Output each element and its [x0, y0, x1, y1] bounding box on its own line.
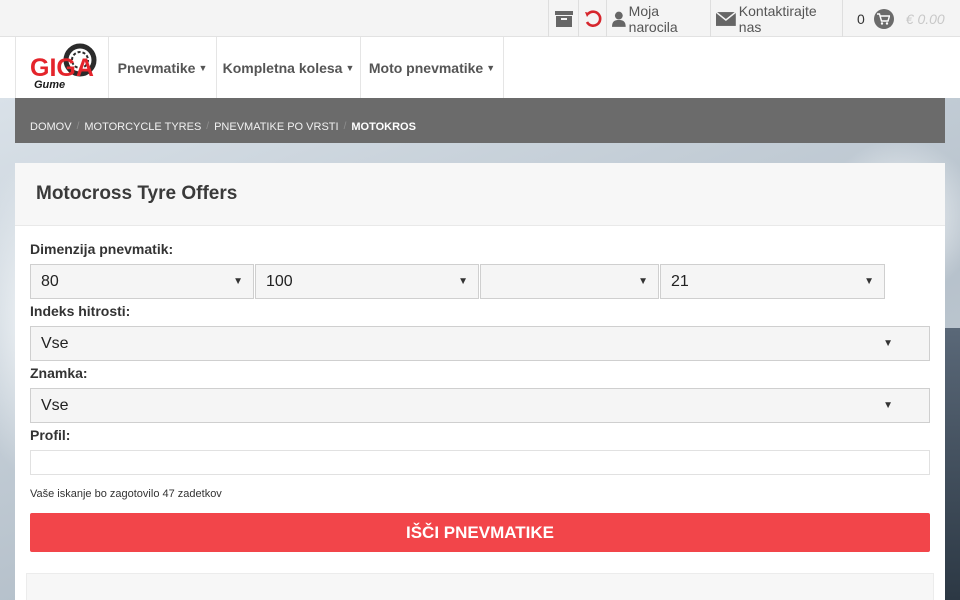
rim-select-value: 21: [671, 272, 689, 290]
dimension-label: Dimenzija pnevmatik:: [30, 241, 174, 257]
cart-button[interactable]: 0 € 0.00: [842, 0, 960, 37]
profile-select[interactable]: 100 ▼: [255, 264, 479, 299]
page-title: Motocross Tyre Offers: [36, 183, 238, 204]
caret-down-icon: ▼: [198, 62, 208, 73]
cart-icon: [873, 8, 894, 29]
breadcrumb-separator: /: [343, 121, 347, 132]
top-utility-bar: Moja narocila Kontaktirajte nas 0 € 0.00: [0, 0, 960, 37]
dropdown-arrow-icon: ▼: [638, 276, 648, 287]
archive-button[interactable]: [548, 0, 578, 37]
giga-gume-logo: GIGA Gume: [30, 43, 97, 91]
brand-value: Vse: [41, 396, 69, 414]
dropdown-arrow-icon: ▼: [883, 338, 893, 349]
my-orders-link[interactable]: Moja narocila: [606, 0, 710, 37]
logo-main-text: GIGA: [30, 54, 94, 82]
speed-index-select[interactable]: Vse ▼: [30, 326, 930, 361]
nav-item-label: Kompletna kolesa: [222, 59, 343, 76]
tyre-search-card: Motocross Tyre Offers Dimenzija pnevmati…: [15, 163, 945, 600]
main-header: GIGA Gume Pnevmatike ▼ Kompletna kolesa …: [0, 37, 960, 98]
dropdown-arrow-icon: ▼: [233, 276, 243, 287]
history-button[interactable]: [578, 0, 606, 37]
nav-item-complete-wheels[interactable]: Kompletna kolesa ▼: [217, 37, 361, 98]
dropdown-arrow-icon: ▼: [883, 400, 893, 411]
brand-label: Znamka:: [30, 365, 88, 381]
breadcrumb-link[interactable]: DOMOV: [30, 121, 72, 133]
width-select-value: 80: [41, 272, 59, 290]
search-tyres-button[interactable]: IŠČI PNEVMATIKE: [30, 513, 930, 552]
nav-item-moto-tyres[interactable]: Moto pnevmatike ▼: [361, 37, 504, 98]
envelope-icon: [716, 11, 736, 26]
width-select[interactable]: 80 ▼: [30, 264, 254, 299]
results-panel: [26, 573, 934, 600]
caret-down-icon: ▼: [345, 62, 355, 73]
rim-select[interactable]: 21 ▼: [660, 264, 885, 299]
card-header: Motocross Tyre Offers: [15, 163, 945, 226]
contact-link[interactable]: Kontaktirajte nas: [710, 0, 842, 37]
breadcrumb: DOMOV / MOTORCYCLE TYRES / PNEVMATIKE PO…: [15, 98, 945, 143]
breadcrumb-link[interactable]: PNEVMATIKE PO VRSTI: [214, 121, 339, 133]
brand-select[interactable]: Vse ▼: [30, 388, 930, 423]
my-orders-label: Moja narocila: [628, 2, 678, 35]
dropdown-arrow-icon: ▼: [458, 276, 468, 287]
nav-item-tyres[interactable]: Pnevmatike ▼: [109, 37, 217, 98]
speed-index-value: Vse: [41, 334, 69, 352]
user-icon: [612, 11, 626, 27]
breadcrumb-current: MOTOKROS: [351, 120, 416, 133]
archive-icon: [554, 10, 573, 27]
logo-sub-text: Gume: [34, 79, 65, 91]
breadcrumb-separator: /: [76, 121, 80, 132]
nav-item-label: Pnevmatike: [117, 59, 196, 76]
construction-select[interactable]: ▼: [480, 264, 659, 299]
breadcrumb-link[interactable]: MOTORCYCLE TYRES: [84, 121, 201, 133]
dropdown-arrow-icon: ▼: [864, 276, 874, 287]
profil-input[interactable]: [30, 450, 930, 475]
result-count-note: Vaše iskanje bo zagotovilo 47 zadetkov: [30, 488, 222, 500]
speed-index-label: Indeks hitrosti:: [30, 303, 131, 319]
caret-down-icon: ▼: [486, 62, 496, 73]
cart-count: 0: [857, 10, 865, 27]
profile-select-value: 100: [266, 272, 293, 290]
contact-label: Kontaktirajte nas: [738, 2, 817, 35]
cart-total: € 0.00: [905, 10, 945, 27]
breadcrumb-separator: /: [206, 121, 210, 132]
logo-link[interactable]: GIGA Gume: [15, 37, 109, 98]
nav-item-label: Moto pnevmatike: [368, 59, 484, 76]
history-icon: [584, 9, 601, 27]
profil-label: Profil:: [30, 427, 71, 443]
